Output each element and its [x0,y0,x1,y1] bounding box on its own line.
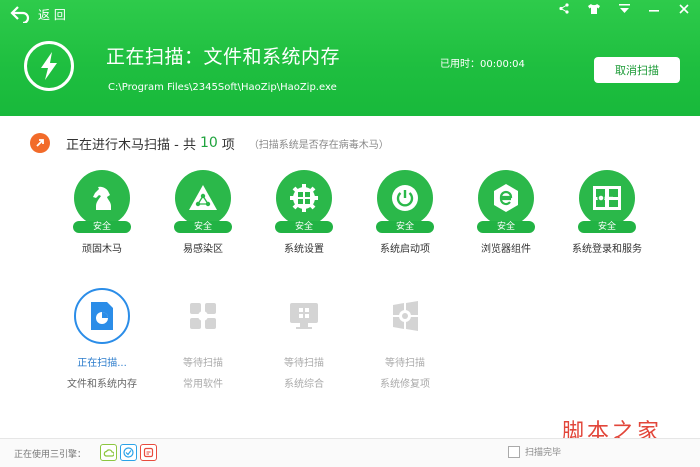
share-icon[interactable] [558,3,570,18]
ie-browser-icon [478,170,534,226]
item-label: 浏览器组件 [481,244,531,255]
biohazard-icon [175,170,231,226]
item-state: 等待扫描 [284,358,324,369]
back-arrow-icon [10,6,30,23]
auto-close-checkbox[interactable] [508,445,520,458]
status-hint: （扫描系统是否存在病毒木马） [248,139,389,151]
close-icon[interactable] [678,3,690,18]
system-monitor-icon [276,288,332,344]
item-label: 系统设置 [284,244,324,255]
item-state: 正在扫描... [77,358,127,369]
scan-header: 返 回 正在扫描：文件和系统内存 C:\Program Files\2345So… [0,0,700,116]
scan-item-infection-zone: 安全 易感染区 [153,170,253,255]
scan-item-system-repair: 等待扫描 系统修复项 [355,288,455,390]
window-controls [558,3,690,18]
scan-progress-icon [30,133,50,153]
cancel-scan-button[interactable]: 取消扫描 [594,57,680,83]
safe-badge: 安全 [376,221,434,233]
login-service-icon [579,170,635,226]
safe-badge: 安全 [477,221,535,233]
item-label: 系统综合 [284,379,324,390]
item-state: 等待扫描 [183,358,223,369]
scan-current-path: C:\Program Files\2345Soft\HaoZip\HaoZip.… [108,82,337,93]
scan-item-login-service: 安全 系统登录和服务 [557,170,657,255]
item-label: 常用软件 [183,379,223,390]
back-button[interactable]: 返 回 [10,4,66,24]
status-prefix: 正在进行木马扫描 - 共 [66,137,196,153]
scan-item-system-settings: 安全 系统设置 [254,170,354,255]
scan-status: 正在进行木马扫描 - 共 10 项 （扫描系统是否存在病毒木马） [30,132,389,154]
item-label: 易感染区 [183,244,223,255]
horse-icon [74,170,130,226]
safe-badge: 安全 [578,221,636,233]
safe-badge: 安全 [73,221,131,233]
memory-file-icon [74,288,130,344]
lightning-icon [24,41,74,91]
item-label: 文件和系统内存 [67,379,137,390]
software-icon [175,288,231,344]
auto-close-label: 扫描完毕 [525,448,562,458]
item-label: 系统修复项 [380,379,430,390]
item-label: 系统启动项 [380,244,430,255]
skin-icon[interactable] [588,3,600,18]
menu-icon[interactable] [618,3,630,18]
local-engine-icon[interactable] [140,444,157,461]
scan-item-stubborn-trojan: 安全 顽固木马 [52,170,152,255]
safe-badge: 安全 [174,221,232,233]
system-repair-icon [377,288,433,344]
minimize-icon[interactable] [648,4,660,18]
check-engine-icon[interactable] [120,444,137,461]
status-count: 10 [199,135,218,151]
status-suffix: 项 [221,137,235,153]
elapsed-time: 已用时：00:00:04 [440,59,525,70]
engines-label: 正在使用三引擎： [14,450,87,460]
scan-item-system-general: 等待扫描 系统综合 [254,288,354,390]
auto-close-option[interactable]: 扫描完毕 [508,445,561,458]
scan-item-startup: 安全 系统启动项 [355,170,455,255]
power-icon [377,170,433,226]
safe-badge: 安全 [275,221,333,233]
item-label: 顽固木马 [82,244,122,255]
scan-item-common-software: 等待扫描 常用软件 [153,288,253,390]
scan-item-file-memory: 正在扫描... 文件和系统内存 [52,288,152,390]
cloud-engine-icon[interactable] [100,444,117,461]
footer-bar: 正在使用三引擎： 扫描完毕 [0,438,700,467]
scan-item-browser: 安全 浏览器组件 [456,170,556,255]
scan-title: 正在扫描：文件和系统内存 [106,46,341,68]
item-label: 系统登录和服务 [572,244,642,255]
item-state: 等待扫描 [385,358,425,369]
windows-gear-icon [276,170,332,226]
back-label: 返 回 [38,7,66,22]
